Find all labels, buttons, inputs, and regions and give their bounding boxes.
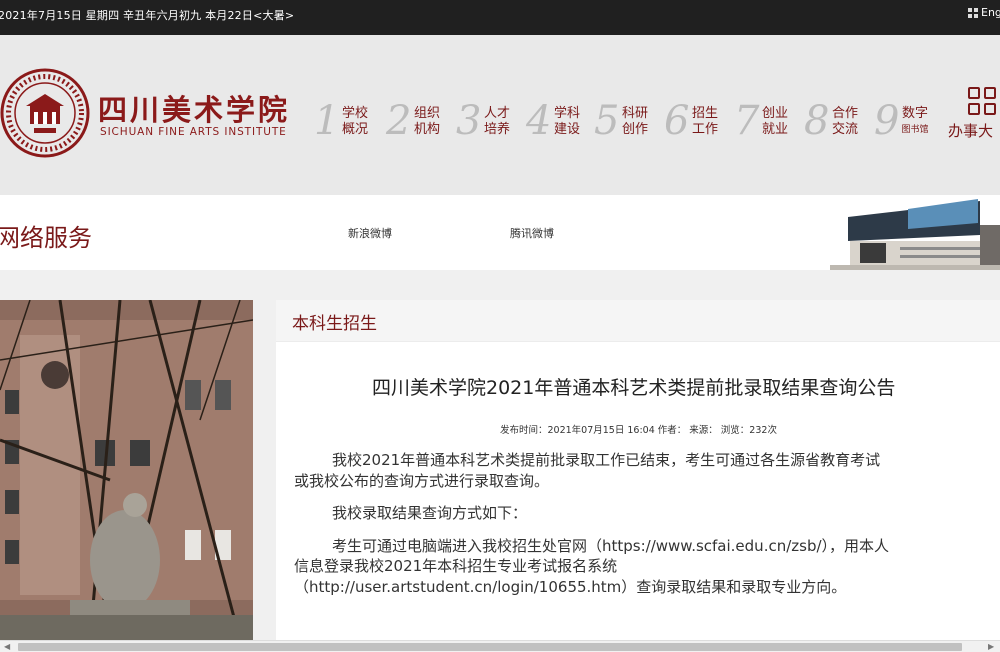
date-text: 2021年7月15日 星期四 辛丑年六月初九 本月22日<大暑> xyxy=(0,9,295,22)
article-paragraph: 或我校公布的查询方式进行录取查询。 xyxy=(294,472,550,490)
nav-label: 学校 概况 xyxy=(341,106,368,137)
nav-number: 6 xyxy=(664,98,690,144)
nav-label: 创业 就业 xyxy=(761,106,788,137)
nav-number: 9 xyxy=(874,98,900,144)
office-services-label: 办事大 xyxy=(948,122,994,140)
nav-number: 4 xyxy=(526,98,552,144)
nav-label: 组织 机构 xyxy=(413,106,440,137)
top-info-bar: 2021年7月15日 星期四 辛丑年六月初九 本月22日<大暑> Eng xyxy=(0,0,1000,35)
scroll-left-icon[interactable]: ◀ xyxy=(4,642,10,651)
nav-label: 招生 工作 xyxy=(691,106,718,137)
scrollbar-thumb[interactable] xyxy=(18,643,962,651)
grid-icon xyxy=(968,7,978,18)
section-title[interactable]: 本科生招生 xyxy=(292,309,377,334)
nav-label: 科研 创作 xyxy=(621,106,648,137)
sina-weibo-link[interactable]: 新浪微博 xyxy=(348,225,392,241)
network-services-title: 网络服务 xyxy=(0,224,92,252)
nav-label: 数字 图书馆 xyxy=(901,106,929,135)
nav-label: 人才 培养 xyxy=(483,106,510,137)
nav-number: 8 xyxy=(804,98,830,144)
language-switch[interactable]: Eng xyxy=(968,6,1000,19)
campus-building-image xyxy=(830,195,1000,270)
article-meta: 发布时间：2021年07月15日 16:04 作者： 来源： 浏览：232次 xyxy=(500,425,777,436)
article-paragraph: （http://user.artstudent.cn/login/10655.h… xyxy=(294,578,847,596)
nav-number: 5 xyxy=(594,98,620,144)
school-name-cn[interactable]: 四川美术学院 xyxy=(98,87,290,129)
article-paragraph: 我校2021年普通本科艺术类提前批录取工作已结束，考生可通过各生源省教育考试 xyxy=(332,451,881,469)
network-services-band: 网络服务 新浪微博 腾讯微博 xyxy=(0,195,1000,270)
campus-statue-photo xyxy=(0,300,253,640)
nav-number: 1 xyxy=(314,98,340,144)
article-panel: 本科生招生 四川美术学院2021年普通本科艺术类提前批录取结果查询公告 发布时间… xyxy=(276,300,1000,645)
horizontal-scrollbar[interactable]: ◀ ▶ xyxy=(0,640,1000,652)
nav-number: 7 xyxy=(734,98,760,144)
article-paragraph: 信息登录我校2021年本科招生专业考试报名系统 xyxy=(294,557,618,575)
office-services-button[interactable]: 办事大 xyxy=(946,87,1000,147)
section-header: 本科生招生 xyxy=(276,300,1000,342)
language-label: Eng xyxy=(981,6,1000,19)
nav-label: 合作 交流 xyxy=(831,106,858,137)
nav-number: 3 xyxy=(456,98,482,144)
site-header: 四川美术学院 SICHUAN FINE ARTS INSTITUTE 1 学校概… xyxy=(0,35,1000,195)
article-title: 四川美术学院2021年普通本科艺术类提前批录取结果查询公告 xyxy=(372,377,896,399)
grid-icon xyxy=(968,87,996,115)
article-paragraph: 考生可通过电脑端进入我校招生处官网（https://www.scfai.edu.… xyxy=(332,537,890,555)
scroll-right-icon[interactable]: ▶ xyxy=(988,642,994,651)
nav-number: 2 xyxy=(386,98,412,144)
tencent-weibo-link[interactable]: 腾讯微博 xyxy=(510,225,554,241)
school-seal-logo[interactable] xyxy=(0,68,90,158)
school-name-en[interactable]: SICHUAN FINE ARTS INSTITUTE xyxy=(100,126,287,138)
article-paragraph: 我校录取结果查询方式如下： xyxy=(332,504,528,522)
nav-label: 学科 建设 xyxy=(553,106,580,137)
